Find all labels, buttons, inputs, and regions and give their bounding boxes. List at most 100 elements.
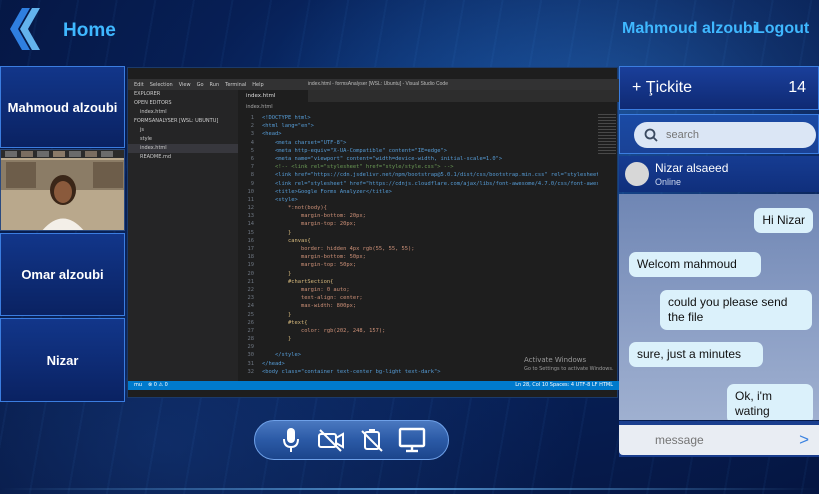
current-user-name: Mahmoud alzoubi [622,20,758,37]
editor-tab: index.html [238,90,308,102]
message-bubble-received: Welcom mahmoud [629,252,761,277]
chat-search-panel [619,114,819,154]
code-text: color: rgb(202, 248, 157); [262,327,386,334]
code-text: margin: 0 auto; [262,286,350,293]
line-number: 7 [250,164,254,171]
code-line: 4 <meta charset="UTF-8"> [238,139,598,147]
code-text: max-width: 800px; [262,303,357,310]
code-text: </head> [262,360,285,367]
vscode-window-title: index.html - formsAnalyser [WSL: Ubuntu]… [308,81,448,87]
participant-tile[interactable]: Nizar [0,318,125,402]
code-line: 11 <style> [238,196,598,204]
app-logo-icon [10,8,40,50]
avatar [625,162,649,186]
code-text: <title>Google Forms Analyzer</title> [262,188,392,195]
code-line: 25 } [238,311,598,319]
menu-item: Help [252,81,264,88]
code-line: 14 margin-top: 20px; [238,220,598,228]
active-contact[interactable]: Nizar alsaeed Online [619,156,819,192]
line-number: 31 [247,360,255,367]
microphone-icon[interactable] [277,426,305,454]
monitor-icon[interactable] [398,426,426,454]
line-number: 3 [250,131,254,138]
menu-item: Terminal [225,81,247,88]
ticket-bar[interactable]: + Ţickite 14 [619,66,819,110]
menu-item: Run [209,81,220,88]
activate-subtitle: Go to Settings to activate Windows. [524,366,614,372]
status-left: mu [134,382,143,388]
logout-button[interactable]: Logout [755,20,809,38]
line-number: 19 [247,262,255,269]
code-text: <style> [262,196,298,203]
code-text: margin-bottom: 20px; [262,213,366,220]
vscode-explorer: EXPLORER OPEN EDITORS index.html FORMSAN… [128,90,238,381]
bottom-divider [0,488,819,490]
menu-item: View [178,81,191,88]
message-input-bar: > [619,421,819,457]
code-text: <meta charset="UTF-8"> [262,139,347,146]
ticket-count: 14 [788,79,806,96]
code-line: 26 #text{ [238,319,598,327]
vscode-status-bar: mu ⊗ 0 ⚠ 0 Ln 28, Col 10 Spaces: 4 UTF-8… [128,381,619,390]
line-number: 15 [247,229,255,236]
code-line: 1 <!DOCTYPE html> [238,114,598,122]
search-icon [644,128,658,142]
code-text: margin-bottom: 50px; [262,254,366,261]
line-number: 17 [247,246,255,252]
line-number: 24 [247,303,255,310]
line-number: 13 [247,213,255,220]
code-text: *:not(body){ [262,205,327,212]
code-text: } [262,229,292,236]
status-problems: ⊗ 0 ⚠ 0 [148,382,168,388]
line-number: 10 [247,188,255,195]
line-number: 25 [247,311,255,318]
ticket-button[interactable]: + Ţickite [632,79,692,97]
camera-off-icon[interactable] [317,426,345,454]
code-line: 8 <link href="https://cdn.jsdelivr.net/n… [238,171,598,179]
contact-status: Online [655,177,682,187]
message-list: Hi Nizar Welcom mahmoud could you please… [619,194,819,420]
menu-item: Edit [134,81,144,88]
code-line: 15 } [238,229,598,237]
participant-tile[interactable]: Omar alzoubi [0,233,125,316]
menu-item: Selection [149,81,173,88]
code-text: #chartSection{ [262,278,334,285]
code-text: <meta http-equiv="X-UA-Compatible" conte… [262,147,447,154]
message-bubble-sent: Ok, i'm wating [727,384,813,420]
call-controls [254,420,449,460]
code-line: 7 <!-- <link rel="stylesheet" href="styl… [238,163,598,171]
message-bubble-sent: Hi Nizar [754,208,813,233]
participant-video[interactable] [0,149,125,231]
code-line: 16 canvas{ [238,237,598,245]
top-bar: Home Mahmoud alzoubi Logout [0,0,819,64]
send-icon[interactable]: > [799,430,809,450]
code-text: <link href="https://cdn.jsdelivr.net/npm… [262,172,598,179]
code-text: #text{ [262,319,308,326]
code-text: <link rel="stylesheet" href="https://cdn… [262,180,598,187]
line-number: 28 [247,336,255,343]
vscode-breadcrumb: index.html [246,104,273,110]
line-number: 8 [250,172,254,179]
line-number: 14 [247,221,255,228]
search-box[interactable] [634,122,816,148]
message-input-container[interactable]: > [619,425,819,455]
code-line: 9 <link rel="stylesheet" href="https://c… [238,180,598,188]
screen-share-off-icon[interactable] [358,426,386,454]
search-input[interactable] [666,129,806,141]
code-text: canvas{ [262,237,311,244]
code-text: } [262,336,292,343]
code-text: } [262,270,292,277]
code-line: 22 margin: 0 auto; [238,286,598,294]
menu-item: Go [196,81,204,88]
code-text: </style> [262,352,301,359]
line-number: 18 [247,254,255,261]
explorer-item: EXPLORER [134,91,161,97]
code-line: 18 margin-bottom: 50px; [238,253,598,261]
contact-name: Nizar alsaeed [655,161,729,175]
code-text: <!-- <link rel="stylesheet" href="style/… [262,164,454,171]
chat-panel: + Ţickite 14 Nizar alsaeed Online Hi Niz… [619,66,819,464]
code-line: 6 <meta name="viewport" content="width=d… [238,155,598,163]
participant-name: Mahmoud alzoubi [7,99,118,115]
message-input[interactable] [655,433,775,447]
participant-tile[interactable]: Mahmoud alzoubi [0,66,125,148]
